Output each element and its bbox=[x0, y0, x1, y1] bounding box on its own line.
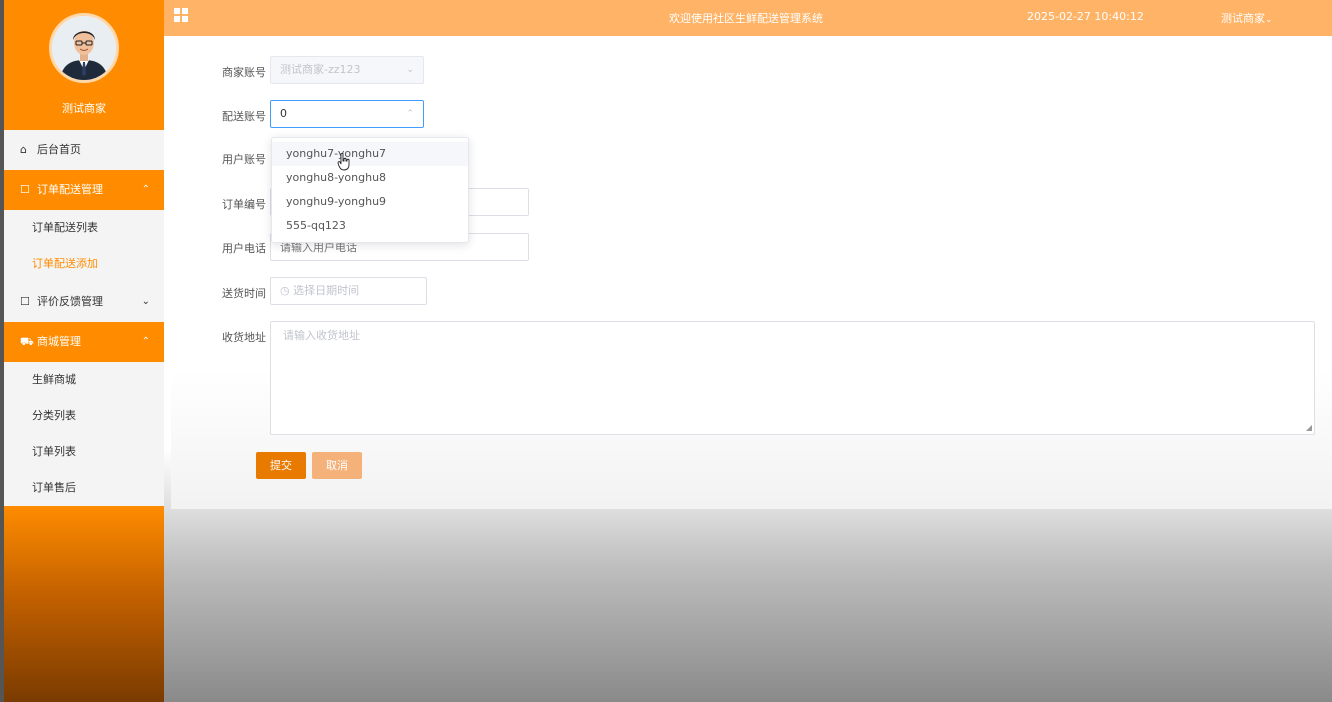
avatar[interactable] bbox=[49, 13, 119, 83]
address-textarea[interactable]: 请输入收货地址 ◢ bbox=[270, 321, 1315, 435]
chevron-down-icon: ⌄ bbox=[141, 296, 150, 307]
hand-cursor-icon bbox=[337, 153, 350, 171]
sidebar-item-feedback[interactable]: ☐ 评价反馈管理 ⌄ bbox=[4, 282, 164, 322]
sidebar-item-delivery-add[interactable]: 订单配送添加 bbox=[4, 246, 164, 282]
sidebar-item-fresh-mall[interactable]: 生鲜商城 bbox=[4, 362, 164, 398]
sidebar-item-mall[interactable]: ⛟ 商城管理 ⌃ bbox=[4, 322, 164, 362]
merchant-account-value: 测试商家-zz123 bbox=[280, 63, 361, 76]
delivery-account-select[interactable]: 0 ⌃ bbox=[270, 100, 424, 128]
chevron-down-icon: ⌄ bbox=[406, 65, 414, 75]
user-account-label: 用户账号 bbox=[222, 153, 266, 166]
order-no-label: 订单编号 bbox=[222, 198, 266, 211]
sidebar-item-order-list[interactable]: 订单列表 bbox=[4, 434, 164, 470]
sidebar-menu: ⌂ 后台首页 ☐ 订单配送管理 ⌃ 订单配送列表 订单配送添加 ☐ 评价反馈管理 ⌄ … bbox=[4, 130, 164, 506]
dropdown-option[interactable]: yonghu9-yonghu9 bbox=[272, 190, 468, 214]
address-placeholder: 请输入收货地址 bbox=[283, 329, 360, 342]
submit-button[interactable]: 提交 bbox=[256, 452, 306, 479]
dropdown-option[interactable]: 555-qq123 bbox=[272, 214, 468, 238]
chevron-up-icon: ⌃ bbox=[406, 109, 414, 119]
submenu-delivery: 订单配送列表 订单配送添加 bbox=[4, 210, 164, 282]
sidebar-item-label: 后台首页 bbox=[37, 143, 81, 156]
sidebar: 测试商家 ⌂ 后台首页 ☐ 订单配送管理 ⌃ 订单配送列表 订单配送添加 ☐ 评价反馈… bbox=[4, 0, 164, 702]
delivery-time-label: 送货时间 bbox=[222, 287, 266, 300]
cart-icon: ⛟ bbox=[20, 335, 34, 348]
dropdown-option[interactable]: yonghu7-yonghu7 bbox=[272, 142, 468, 166]
sidebar-item-label: 订单配送管理 bbox=[37, 183, 103, 196]
merchant-account-label: 商家账号 bbox=[222, 66, 266, 79]
merchant-account-select: 测试商家-zz123 ⌄ bbox=[270, 56, 424, 84]
sidebar-item-delivery-list[interactable]: 订单配送列表 bbox=[4, 210, 164, 246]
user-phone-label: 用户电话 bbox=[222, 242, 266, 255]
delivery-account-dropdown: yonghu7-yonghu7 yonghu8-yonghu8 yonghu9-… bbox=[271, 137, 469, 243]
clock-icon: ◷ bbox=[280, 284, 290, 297]
delivery-account-label: 配送账号 bbox=[222, 110, 266, 123]
header-datetime: 2025-02-27 10:40:12 bbox=[1027, 10, 1144, 23]
user-menu[interactable]: 测试商家⌄ bbox=[1221, 10, 1273, 26]
profile-name: 测试商家 bbox=[62, 102, 106, 115]
resize-handle-icon[interactable]: ◢ bbox=[1306, 423, 1312, 432]
grid-menu-icon[interactable] bbox=[174, 8, 190, 24]
delivery-time-picker[interactable]: ◷ 选择日期时间 bbox=[270, 277, 427, 305]
sidebar-item-home[interactable]: ⌂ 后台首页 bbox=[4, 130, 164, 170]
dropdown-option[interactable]: yonghu8-yonghu8 bbox=[272, 166, 468, 190]
edit-icon: ☐ bbox=[20, 295, 30, 308]
sidebar-item-delivery[interactable]: ☐ 订单配送管理 ⌃ bbox=[4, 170, 164, 210]
chevron-up-icon: ⌃ bbox=[141, 184, 150, 195]
profile: 测试商家 bbox=[4, 0, 164, 130]
sidebar-item-label: 评价反馈管理 bbox=[37, 295, 103, 308]
chevron-up-icon: ⌃ bbox=[141, 336, 150, 347]
delivery-account-value: 0 bbox=[280, 107, 287, 120]
header-title: 欢迎使用社区生鲜配送管理系统 bbox=[669, 12, 823, 25]
chevron-down-icon: ⌄ bbox=[1265, 15, 1273, 25]
home-icon: ⌂ bbox=[20, 143, 27, 156]
sidebar-item-label: 商城管理 bbox=[37, 335, 81, 348]
sidebar-item-category-list[interactable]: 分类列表 bbox=[4, 398, 164, 434]
edit-icon: ☐ bbox=[20, 183, 30, 196]
submenu-mall: 生鲜商城 分类列表 订单列表 订单售后 bbox=[4, 362, 164, 506]
top-header: 欢迎使用社区生鲜配送管理系统 2025-02-27 10:40:12 测试商家⌄ bbox=[164, 0, 1332, 36]
sidebar-item-after-sales[interactable]: 订单售后 bbox=[4, 470, 164, 506]
delivery-time-placeholder: 选择日期时间 bbox=[293, 284, 360, 297]
address-label: 收货地址 bbox=[222, 331, 266, 344]
cancel-button[interactable]: 取消 bbox=[312, 452, 362, 479]
user-menu-label: 测试商家 bbox=[1221, 12, 1265, 25]
